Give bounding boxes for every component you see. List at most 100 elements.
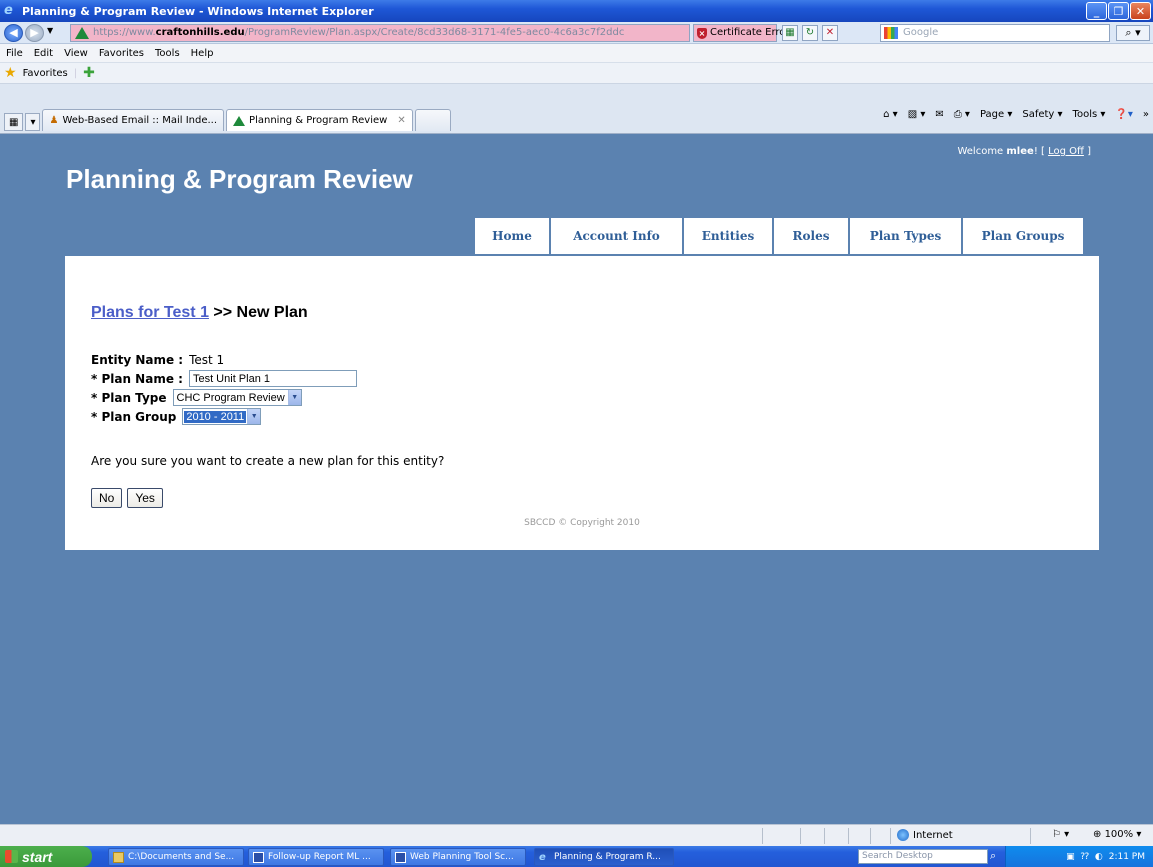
internet-explorer-icon: e: [4, 3, 13, 18]
address-toolbar: ◀ ▶ ▼ https://www.craftonhills.edu/Progr…: [0, 22, 1153, 44]
nav-entities[interactable]: Entities: [684, 218, 772, 254]
search-placeholder: Google: [903, 27, 939, 38]
tab-list-button[interactable]: ▾: [25, 113, 41, 131]
search-button[interactable]: ⌕ ▾: [1116, 25, 1150, 41]
volume-tray-icon[interactable]: ◐: [1095, 852, 1103, 862]
security-zone[interactable]: Internet: [897, 829, 953, 841]
task-label: C:\Documents and Se...: [128, 852, 235, 862]
refresh-icon[interactable]: ↻: [802, 25, 818, 41]
yes-button[interactable]: Yes: [127, 488, 163, 508]
start-button[interactable]: start: [0, 846, 92, 867]
menu-edit[interactable]: Edit: [34, 48, 53, 59]
username: mlee: [1006, 146, 1034, 157]
entity-name-label: Entity Name :: [91, 352, 184, 367]
logoff-link[interactable]: Log Off: [1048, 146, 1084, 157]
protected-mode-icon[interactable]: ⚐ ▾: [1052, 829, 1069, 840]
welcome-end: ]: [1083, 146, 1091, 157]
print-icon[interactable]: ⎙ ▾: [954, 109, 970, 120]
plan-type-row: * Plan Type CHC Program Review ▼: [91, 388, 357, 407]
recent-pages-dropdown[interactable]: ▼: [47, 26, 53, 35]
system-tray: ▣ ⁇ ◐ 2:11 PM: [1005, 846, 1153, 867]
status-divider: [870, 828, 871, 844]
new-tab-button[interactable]: [414, 109, 451, 131]
nav-home[interactable]: Home: [475, 218, 549, 254]
tab-web-email[interactable]: ♟ Web-Based Email :: Mail Inde...: [42, 109, 225, 131]
url-prefix: https://www.: [93, 27, 156, 38]
certificate-error-label: Certificate Error: [710, 27, 790, 38]
plan-type-select[interactable]: CHC Program Review ▼: [172, 389, 302, 406]
stop-icon[interactable]: ✕: [822, 25, 838, 41]
zoom-level[interactable]: ⊕ 100% ▾: [1093, 829, 1141, 840]
task-label: Web Planning Tool Sc...: [410, 852, 514, 862]
menu-favorites[interactable]: Favorites: [99, 48, 144, 59]
taskbar-item-ie[interactable]: e Planning & Program R...: [534, 848, 674, 866]
safety-menu[interactable]: Safety ▾: [1022, 109, 1062, 120]
plan-type-selected: CHC Program Review: [176, 391, 285, 404]
quick-tabs-icon: ▦: [9, 116, 19, 128]
nav-plan-types[interactable]: Plan Types: [850, 218, 961, 254]
taskbar-item-explorer[interactable]: C:\Documents and Se...: [108, 848, 244, 866]
status-divider: [824, 828, 825, 844]
help-icon[interactable]: ❓▾: [1115, 109, 1132, 120]
search-icon[interactable]: ⌕: [990, 849, 996, 863]
chevron-down-icon: ▼: [247, 409, 261, 424]
desktop-search-input[interactable]: Search Desktop: [858, 849, 988, 864]
chevron-down-icon: ▼: [287, 390, 301, 405]
tab-bar: ▦ ▾ ♟ Web-Based Email :: Mail Inde... Pl…: [0, 84, 1153, 134]
forward-button[interactable]: ▶: [25, 24, 44, 42]
menu-file[interactable]: File: [6, 48, 23, 59]
menu-bar: File Edit View Favorites Tools Help: [0, 44, 1153, 62]
favorites-star-icon[interactable]: ★: [4, 66, 17, 80]
restore-button[interactable]: ❐: [1108, 2, 1129, 20]
add-favorite-icon[interactable]: ✚: [83, 66, 95, 80]
breadcrumb-current: >> New Plan: [213, 304, 308, 321]
tab-planning[interactable]: Planning & Program Review ✕: [226, 109, 413, 131]
favorites-button[interactable]: Favorites: [23, 68, 68, 79]
back-button[interactable]: ◀: [4, 24, 23, 42]
menu-help[interactable]: Help: [191, 48, 214, 59]
content-panel: Plans for Test 1 >> New Plan Entity Name…: [65, 256, 1099, 550]
tools-menu[interactable]: Tools ▾: [1073, 109, 1106, 120]
address-input[interactable]: https://www.craftonhills.edu/ProgramRevi…: [70, 24, 690, 42]
welcome-message: Welcome mlee! [ Log Off ]: [957, 146, 1091, 157]
taskbar-item-word-followup[interactable]: Follow-up Report ML ...: [248, 848, 384, 866]
menu-tools[interactable]: Tools: [155, 48, 180, 59]
taskbar-item-word-planning[interactable]: Web Planning Tool Sc...: [390, 848, 526, 866]
nav-roles[interactable]: Roles: [774, 218, 848, 254]
feeds-icon[interactable]: ▧ ▾: [908, 109, 926, 120]
status-divider: [890, 828, 891, 844]
breadcrumb: Plans for Test 1 >> New Plan: [91, 304, 308, 322]
app-title: Planning & Program Review: [66, 164, 413, 194]
minimize-button[interactable]: _: [1086, 2, 1107, 20]
breadcrumb-plans-link[interactable]: Plans for Test 1: [91, 304, 209, 321]
task-label: Follow-up Report ML ...: [268, 852, 371, 862]
nav-account-info[interactable]: Account Info: [551, 218, 682, 254]
tab-label: Web-Based Email :: Mail Inde...: [62, 115, 218, 126]
internet-explorer-icon: e: [539, 851, 546, 863]
tab-close-icon[interactable]: ✕: [397, 115, 405, 126]
confirm-buttons: No Yes: [91, 488, 163, 508]
home-icon[interactable]: ⌂ ▾: [883, 109, 898, 120]
more-chevron-icon[interactable]: »: [1143, 109, 1149, 120]
close-button[interactable]: ✕: [1130, 2, 1151, 20]
plan-name-row: * Plan Name :: [91, 369, 357, 388]
plan-name-input[interactable]: [188, 370, 357, 387]
nav-plan-groups[interactable]: Plan Groups: [963, 218, 1083, 254]
email-tab-icon: ♟: [49, 115, 59, 126]
plan-group-select[interactable]: 2010 - 2011 ▼: [182, 408, 262, 425]
plan-type-label: * Plan Type: [91, 390, 167, 405]
page-body: Welcome mlee! [ Log Off ] Planning & Pro…: [7, 134, 1146, 824]
certificate-error-button[interactable]: × Certificate Error: [693, 24, 790, 42]
search-input[interactable]: Google: [880, 24, 1110, 42]
network-tray-icon[interactable]: ⁇: [1081, 852, 1089, 862]
mail-icon[interactable]: ✉: [935, 109, 943, 120]
help-tray-icon[interactable]: ▣: [1066, 852, 1075, 862]
task-label: Planning & Program R...: [554, 852, 661, 862]
quick-tabs-button[interactable]: ▦: [4, 113, 24, 131]
compatibility-view-icon[interactable]: ▦: [782, 25, 798, 41]
menu-view[interactable]: View: [64, 48, 88, 59]
page-menu[interactable]: Page ▾: [980, 109, 1012, 120]
no-button[interactable]: No: [91, 488, 123, 508]
plan-group-row: * Plan Group 2010 - 2011 ▼: [91, 407, 357, 426]
globe-icon: [897, 829, 909, 841]
